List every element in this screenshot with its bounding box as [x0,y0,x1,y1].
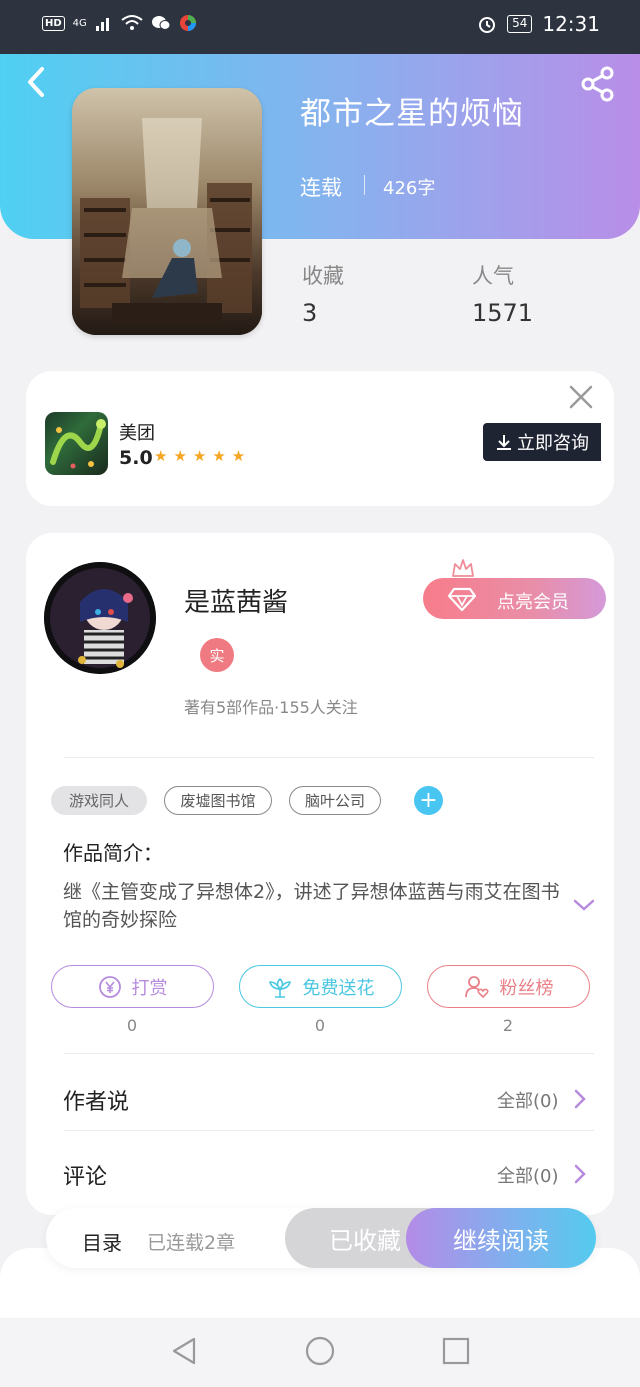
tag-lobotomy-corp[interactable]: 脑叶公司 [289,786,381,815]
divider [64,757,594,758]
send-flower-button[interactable]: 免费送花 [239,965,402,1008]
app-status-icon [179,15,196,31]
toc-button[interactable]: 目录 [82,1227,122,1256]
ad-app-icon [45,412,108,475]
network-label: 4G [72,17,87,29]
close-icon [569,385,593,409]
chevron-right-icon [574,1089,586,1109]
signal-icon [95,18,109,31]
vip-button-label: 点亮会员 [497,592,569,613]
ad-close-button[interactable] [568,384,594,410]
ad-consult-button[interactable]: 立即咨询 [483,423,601,461]
fan-ranking-label: 粉丝榜 [499,977,554,999]
alarm-icon [479,17,496,33]
yen-icon [98,975,121,998]
wechat-icon [151,16,171,30]
intro-text: 继《主管变成了异想体2》，讲述了异想体蓝茜与雨艾在图书馆的奇妙探险 [63,881,560,931]
comments-chevron[interactable] [573,1163,587,1185]
favorites-label: 收藏 [302,264,344,288]
ad-stars: ★★★★★ [154,447,252,465]
nav-back-button[interactable] [168,1335,200,1367]
expand-intro-button[interactable] [572,896,596,914]
reward-button[interactable]: 打赏 [51,965,214,1008]
flower-count: 0 [314,1016,326,1035]
nav-recents-button[interactable] [440,1335,472,1367]
status-left: HD 4G [42,14,197,32]
tag-ruins-library[interactable]: 废墟图书馆 [164,786,272,815]
ad-cta-label: 立即咨询 [517,433,589,454]
battery-indicator: 54 [507,15,533,33]
status-divider [364,175,365,195]
nav-home-button[interactable] [304,1335,336,1367]
ad-rating: 5.0 [119,447,153,469]
author-says-label[interactable]: 作者说 [63,1084,129,1116]
chevron-left-icon [28,67,44,97]
hd-badge: HD [42,15,65,31]
author-says-chevron[interactable] [573,1088,587,1110]
popularity-value: 1571 [472,299,534,327]
ad-app-name: 美团 [119,423,155,444]
cover-illustration [72,88,262,335]
verified-badge: 实 [200,638,234,672]
fan-icon [464,975,489,998]
continue-reading-button[interactable]: 继续阅读 [406,1208,596,1268]
fan-ranking-button[interactable]: 粉丝榜 [427,965,590,1008]
toc-chapter-count[interactable]: 已连载2章 [147,1228,235,1255]
reward-count: 0 [126,1016,138,1035]
square-recents-icon [442,1337,470,1365]
comments-all[interactable]: 全部(0) [497,1162,559,1188]
reward-label: 打赏 [131,977,168,999]
share-icon [581,66,614,102]
crown-icon [452,559,474,577]
author-meta: 著有5部作品·155人关注 [184,698,358,717]
status-bar: HD 4G 54 12:31 [0,0,640,54]
triangle-back-icon [172,1337,196,1365]
tag-game-fanfic[interactable]: 游戏同人 [51,786,147,815]
download-icon [497,435,511,450]
snake-game-icon [50,419,106,469]
avatar-illustration [44,562,156,674]
chevron-right-icon [574,1164,586,1184]
popularity-label: 人气 [472,264,514,288]
light-vip-button[interactable]: 点亮会员 [423,578,606,619]
author-name[interactable]: 是蓝茜酱 [184,582,288,619]
book-title: 都市之星的烦恼 [300,96,524,132]
wifi-icon [121,15,143,30]
fan-count: 2 [502,1016,514,1035]
divider [64,1130,594,1131]
divider [64,1053,594,1054]
intro-label: 作品简介： [63,841,163,865]
clock: 12:31 [542,12,600,36]
book-cover[interactable] [72,88,262,335]
author-says-all[interactable]: 全部(0) [497,1087,559,1113]
favorites-value: 3 [302,299,318,327]
comments-label[interactable]: 评论 [63,1159,107,1191]
share-button[interactable] [580,66,616,102]
book-status: 连载 [300,176,342,200]
add-tag-button[interactable]: + [414,786,443,815]
word-count: 426字 [383,178,436,199]
status-right: 54 12:31 [477,12,600,36]
circle-home-icon [305,1336,335,1366]
author-avatar[interactable] [44,562,156,674]
send-flower-label: 免费送花 [302,977,375,999]
diamond-icon [447,587,477,612]
back-button[interactable] [22,64,52,100]
chevron-down-icon [573,899,595,911]
flower-icon [268,977,291,998]
